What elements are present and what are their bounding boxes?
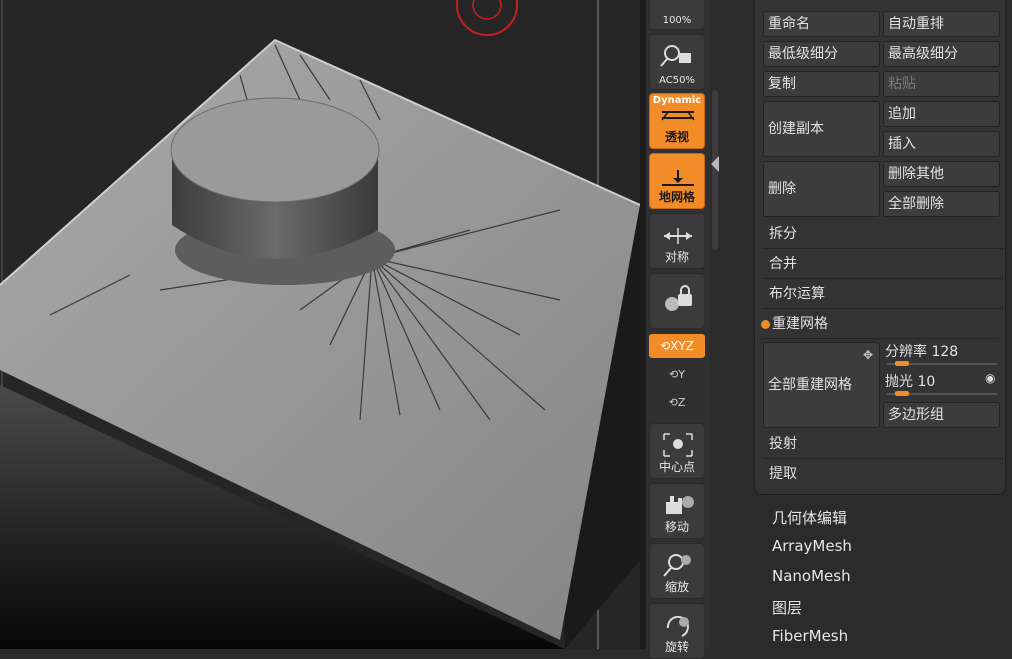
boolean-row[interactable]: 布尔运算 <box>763 280 1003 309</box>
resolution-label: 分辨率 <box>885 344 927 360</box>
collapse-arrow-icon[interactable] <box>711 156 719 172</box>
rename-button[interactable]: 重命名 <box>763 11 880 37</box>
actual-size-label: AC50% <box>659 75 695 86</box>
extract-row[interactable]: 提取 <box>763 460 1003 489</box>
polish-value: 10 <box>917 374 936 390</box>
center-point-button[interactable]: 中心点 <box>649 423 705 479</box>
mesh-render <box>0 0 640 649</box>
polish-fill <box>895 391 909 396</box>
scale-icon <box>663 554 691 577</box>
resolution-value: 128 <box>931 344 959 360</box>
scale-button[interactable]: 缩放 <box>649 543 705 599</box>
polish-toggle-icon[interactable]: ◉ <box>985 371 995 385</box>
symmetry-button[interactable]: 对称 <box>649 213 705 269</box>
rotate-y-icon: ⟲ <box>669 368 679 381</box>
rotate-label: 旋转 <box>664 640 689 654</box>
rotate-y-button[interactable]: ⟲Y <box>649 368 705 381</box>
delete-other-button[interactable]: 删除其他 <box>883 161 1000 187</box>
zoom-100-button[interactable]: 100% <box>649 0 705 30</box>
remesh-label: 重建网格 <box>772 316 828 332</box>
symmetry-icon <box>664 228 692 244</box>
floor-grid-button[interactable]: 地网格 <box>649 153 705 209</box>
center-point-label: 中心点 <box>658 460 695 474</box>
resolution-fill <box>895 361 909 366</box>
insert-button[interactable]: 插入 <box>883 131 1000 157</box>
xyz-label: XYZ <box>670 339 694 353</box>
floor-grid-icon <box>662 170 694 186</box>
merge-row[interactable]: 合并 <box>763 250 1003 279</box>
append-button[interactable]: 追加 <box>883 101 1000 127</box>
remesh-options-icon[interactable]: ✥ <box>863 313 873 397</box>
scale-label: 缩放 <box>664 580 689 594</box>
lock-camera-icon <box>665 285 692 311</box>
rotate-z-icon: ⟲ <box>668 396 678 409</box>
auto-reorder-button[interactable]: 自动重排 <box>883 11 1000 37</box>
duplicate-button[interactable]: 创建副本 <box>763 101 880 157</box>
remesh-all-label: 全部重建网格 <box>768 377 852 393</box>
project-row[interactable]: 投射 <box>763 430 1003 459</box>
move-hand-icon <box>666 496 694 514</box>
actual-size-button[interactable]: AC50% <box>649 34 705 90</box>
rotate-z-label: Z <box>677 396 686 409</box>
resolution-slider[interactable]: 分辨率 128 <box>885 341 1001 367</box>
right-shelf: 100% AC50% Dynamic 透视 地网格 对称 ⟲XYZ ⟲Y ⟲Z … <box>646 0 710 659</box>
rotate-icon <box>666 615 689 637</box>
subpalette-arraymesh[interactable]: ArrayMesh <box>772 537 852 555</box>
move-label: 移动 <box>664 520 689 534</box>
polygroups-button[interactable]: 多边形组 <box>883 402 1000 428</box>
lock-camera-button[interactable] <box>649 273 705 329</box>
remesh-indicator-icon <box>761 319 770 329</box>
subpalette-layers[interactable]: 图层 <box>772 597 802 618</box>
highest-subdiv-button[interactable]: 最高级细分 <box>883 41 1000 67</box>
rotate-button[interactable]: 旋转 <box>649 603 705 659</box>
split-row[interactable]: 拆分 <box>763 220 1003 249</box>
lowest-subdiv-button[interactable]: 最低级细分 <box>763 41 880 67</box>
tool-palette: 重命名 自动重排 最低级细分 最高级细分 复制 粘贴 创建副本 追加 插入 删除… <box>722 0 1012 649</box>
center-point-icon <box>663 433 693 457</box>
subtool-panel: 重命名 自动重排 最低级细分 最高级细分 复制 粘贴 创建副本 追加 插入 删除… <box>754 0 1006 495</box>
polish-label: 抛光 <box>885 374 913 390</box>
polish-slider[interactable]: 抛光 10 ◉ <box>885 371 1001 397</box>
delete-all-button[interactable]: 全部删除 <box>883 191 1000 217</box>
copy-button[interactable]: 复制 <box>763 71 880 97</box>
delete-button[interactable]: 删除 <box>763 161 880 217</box>
paste-button[interactable]: 粘贴 <box>883 71 1000 97</box>
move-button[interactable]: 移动 <box>649 483 705 539</box>
viewport-canvas[interactable] <box>0 0 640 649</box>
subpalette-nanomesh[interactable]: NanoMesh <box>772 567 851 585</box>
perspective-button[interactable]: Dynamic 透视 <box>649 93 705 149</box>
symmetry-label: 对称 <box>664 250 689 264</box>
subpalette-fibermesh[interactable]: FiberMesh <box>772 627 848 645</box>
rotate-z-button[interactable]: ⟲Z <box>649 396 705 409</box>
floor-grid-label: 地网格 <box>658 190 695 204</box>
dynamic-tag: Dynamic <box>652 95 702 106</box>
xyz-rotate-button[interactable]: ⟲XYZ <box>649 334 705 358</box>
zoom-100-label: 100% <box>662 15 692 26</box>
remesh-row[interactable]: 重建网格 <box>759 310 999 339</box>
perspective-label: 透视 <box>664 130 689 144</box>
remesh-all-button[interactable]: 全部重建网格 ✥ <box>763 342 880 428</box>
subpalette-geometry-edit[interactable]: 几何体编辑 <box>772 507 847 528</box>
rotate-y-label: Y <box>678 368 685 381</box>
actual-size-icon <box>660 45 691 67</box>
